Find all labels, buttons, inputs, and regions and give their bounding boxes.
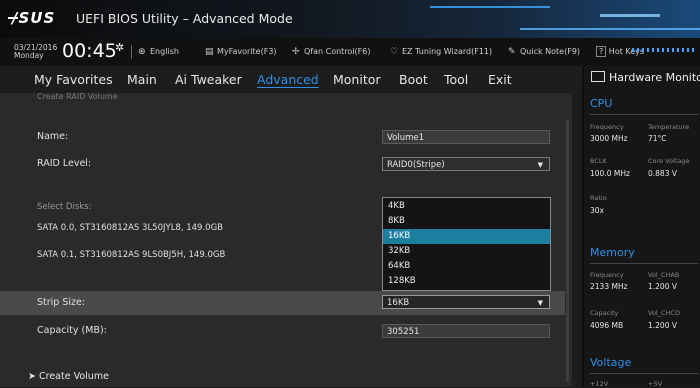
core-voltage-label: Core Voltage <box>648 157 690 165</box>
disk-item-1[interactable]: SATA 0.1, ST3160812AS 9LS0BJ5H, 149.0GB <box>37 250 225 260</box>
scrollbar[interactable] <box>566 120 569 382</box>
ez-tuning-label: EZ Tuning Wizard(F11) <box>402 47 493 56</box>
ratio-value: 30x <box>590 206 604 215</box>
create-volume-button[interactable]: ➤ Create Volume <box>28 371 109 382</box>
strip-size-select[interactable]: 16KB ▼ <box>382 295 550 309</box>
bulb-icon: ♡ <box>390 47 399 57</box>
strip-size-label: Strip Size: <box>37 297 86 308</box>
quick-note-button[interactable]: ✎ Quick Note(F9) <box>508 47 580 57</box>
qfan-control-button[interactable]: ✢ Qfan Control(F6) <box>292 47 370 57</box>
qfan-label: Qfan Control(F6) <box>304 47 371 56</box>
decor-streak <box>520 28 700 30</box>
chevron-down-icon: ▼ <box>537 161 543 169</box>
select-disks-label: Select Disks: <box>37 202 92 212</box>
main-nav: My Favorites Main Ai Tweaker Advanced Mo… <box>0 66 582 93</box>
decor-dots <box>632 48 696 52</box>
myfavorite-label: MyFavorite(F3) <box>217 47 277 56</box>
vol-chcd-value: 1.200 V <box>648 321 677 330</box>
strip-option-128kb[interactable]: 128KB <box>383 274 550 289</box>
tab-advanced[interactable]: Advanced <box>257 72 319 87</box>
raid-level-label: RAID Level: <box>37 158 92 169</box>
decor-streak <box>430 6 550 8</box>
settings-panel: Create RAID Volume Name: Volume1 RAID Le… <box>0 92 572 387</box>
bclk-value: 100.0 MHz <box>590 169 630 178</box>
mem-capacity-label: Capacity <box>590 309 619 317</box>
strip-option-8kb[interactable]: 8KB <box>383 214 550 229</box>
app-title: UEFI BIOS Utility – Advanced Mode <box>76 11 293 26</box>
vol-chab-value: 1.200 V <box>648 282 677 291</box>
tab-my-favorites[interactable]: My Favorites <box>34 72 113 87</box>
chevron-right-icon: ➤ <box>28 371 36 382</box>
vol-chcd-label: Vol_CHCD <box>648 309 680 317</box>
cpu-frequency-label: Frequency <box>590 123 624 131</box>
monitor-icon <box>591 71 605 82</box>
disk-item-0[interactable]: SATA 0.0, ST3160812AS 3L50JYL8, 149.0GB <box>37 223 223 233</box>
strip-option-64kb[interactable]: 64KB <box>383 259 550 274</box>
tab-monitor[interactable]: Monitor <box>333 72 381 87</box>
quick-note-label: Quick Note(F9) <box>520 47 581 56</box>
fan-icon: ✢ <box>292 47 300 57</box>
volume-name-input[interactable]: Volume1 <box>382 130 550 144</box>
date-display: 03/21/2016 Monday <box>14 44 57 60</box>
tab-tool[interactable]: Tool <box>444 72 468 87</box>
voltage-heading: Voltage <box>590 356 698 374</box>
language-button[interactable]: ⊕ English <box>138 47 179 57</box>
myfavorite-button[interactable]: ▤ MyFavorite(F3) <box>205 47 277 57</box>
strip-size-row[interactable]: Strip Size: 16KB ▼ <box>0 291 565 315</box>
section-title: Create RAID Volume <box>37 92 118 101</box>
tab-exit[interactable]: Exit <box>488 72 512 87</box>
vol-chab-label: Vol_CHAB <box>648 271 680 279</box>
hardware-monitor-title: Hardware Monitor <box>591 71 700 84</box>
strip-size-dropdown[interactable]: 4KB 8KB 16KB 32KB 64KB 128KB <box>382 197 551 291</box>
globe-icon: ⊕ <box>138 47 146 57</box>
gear-icon[interactable]: ✲ <box>115 41 124 54</box>
clock-time: 00:45 <box>62 40 117 62</box>
divider <box>131 45 132 59</box>
bclk-label: BCLK <box>590 157 607 165</box>
asus-logo: /SUS <box>8 9 70 27</box>
hw-title-label: Hardware Monitor <box>609 71 700 84</box>
hardware-monitor-panel: Hardware Monitor CPU Frequency Temperatu… <box>582 66 700 388</box>
name-label: Name: <box>37 131 69 142</box>
strip-size-value: 16KB <box>387 298 410 308</box>
core-voltage-value: 0.883 V <box>648 169 677 178</box>
create-volume-label: Create Volume <box>39 371 109 382</box>
ratio-label: Ratio <box>590 194 607 202</box>
mem-frequency-value: 2133 MHz <box>590 282 628 291</box>
cpu-temperature-value: 71°C <box>648 134 667 143</box>
favorite-icon: ▤ <box>205 47 214 57</box>
language-label: English <box>150 47 179 56</box>
cpu-frequency-value: 3000 MHz <box>590 134 628 143</box>
hotkeys-icon: ? <box>596 46 607 57</box>
info-bar: 03/21/2016 Monday 00:45 ✲ ⊕ English ▤ MyFa… <box>0 38 700 66</box>
raid-level-select[interactable]: RAID0(Stripe) ▼ <box>382 157 550 171</box>
strip-option-16kb[interactable]: 16KB <box>383 229 550 244</box>
tab-main[interactable]: Main <box>127 72 157 87</box>
cpu-heading: CPU <box>590 97 698 115</box>
strip-option-4kb[interactable]: 4KB <box>383 199 550 214</box>
tab-boot[interactable]: Boot <box>399 72 428 87</box>
decor-streak <box>600 14 660 17</box>
mem-frequency-label: Frequency <box>590 271 624 279</box>
strip-option-32kb[interactable]: 32KB <box>383 244 550 259</box>
capacity-input[interactable]: 305251 <box>382 324 550 338</box>
capacity-label: Capacity (MB): <box>37 325 107 336</box>
note-icon: ✎ <box>508 47 516 57</box>
raid-level-value: RAID0(Stripe) <box>387 160 445 170</box>
day-text: Monday <box>14 51 44 60</box>
memory-heading: Memory <box>590 246 698 264</box>
chevron-down-icon: ▼ <box>537 299 543 307</box>
cpu-temperature-label: Temperature <box>648 123 690 131</box>
ez-tuning-wizard-button[interactable]: ♡ EZ Tuning Wizard(F11) <box>390 47 492 57</box>
tab-ai-tweaker[interactable]: Ai Tweaker <box>175 72 242 87</box>
mem-capacity-value: 4096 MB <box>590 321 624 330</box>
title-bar: /SUS UEFI BIOS Utility – Advanced Mode <box>0 0 700 38</box>
